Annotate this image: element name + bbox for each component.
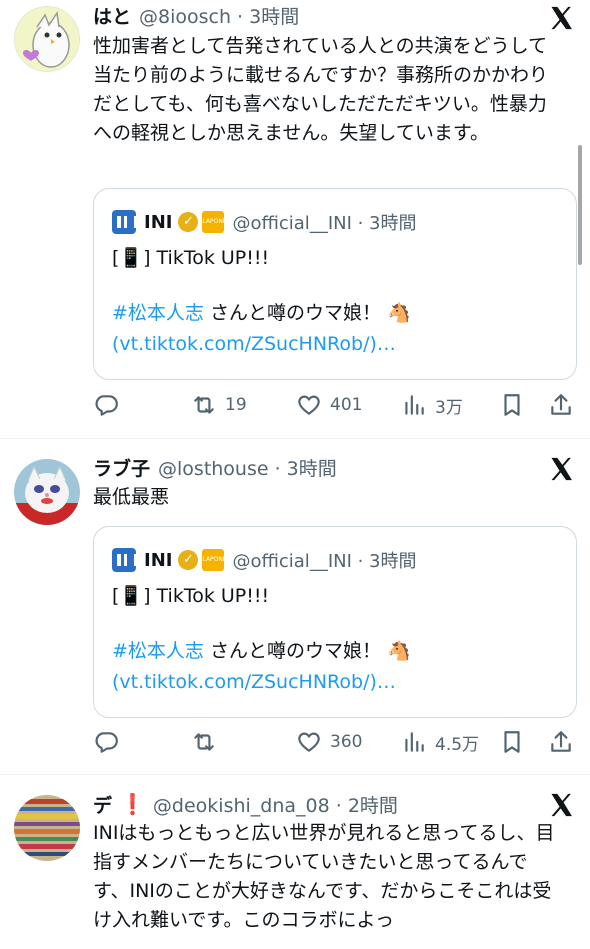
views-icon	[405, 732, 424, 752]
display-name[interactable]: ラブ子	[93, 454, 150, 481]
avatar[interactable]	[14, 459, 80, 525]
quoted-text: [📱] TikTok UP!!! #松本人志 さんと噂のウマ娘！ 🐴 (vt.t…	[112, 581, 564, 698]
quoted-line: [📱] TikTok UP!!!	[112, 585, 270, 607]
reply-icon	[95, 732, 118, 753]
heart-icon	[298, 732, 320, 752]
like-button[interactable]: 360	[296, 727, 362, 757]
retweet-button[interactable]: 19	[191, 390, 247, 420]
quoted-text: [📱] TikTok UP!!! #松本人志 さんと噂のウマ娘！ 🐴 (vt.t…	[112, 243, 564, 360]
quoted-tweet[interactable]: INI ✓ LAPONE @official__INI · 3時間 [📱] Ti…	[93, 526, 577, 718]
bird-avatar-icon	[15, 7, 79, 71]
quoted-display-name: INI	[144, 211, 173, 233]
url-link[interactable]: (vt.tiktok.com/ZSucHNRob/)…	[112, 667, 564, 698]
views-button[interactable]: 4.5万	[401, 727, 479, 757]
tweet-actions: 19 401 3万	[93, 390, 576, 420]
share-button[interactable]	[548, 727, 574, 757]
ini-logo-icon	[112, 548, 137, 572]
x-logo-icon	[551, 793, 572, 817]
tweet[interactable]: はと @8ioosch · 3時間 性加害者として告発されている人との共演をどう…	[0, 0, 590, 438]
avatar[interactable]	[14, 6, 80, 72]
like-count: 360	[330, 732, 363, 752]
handle-and-time[interactable]: @8ioosch · 3時間	[139, 2, 299, 29]
hashtag-link[interactable]: #松本人志	[112, 640, 204, 662]
x-logo-icon	[551, 457, 572, 481]
quoted-display-name: INI	[144, 549, 173, 571]
retweet-count: 19	[225, 395, 247, 415]
quoted-line-rest: さんと噂のウマ娘！ 🐴	[203, 640, 411, 662]
url-link[interactable]: (vt.tiktok.com/ZSucHNRob/)…	[112, 329, 564, 360]
share-icon	[551, 394, 571, 415]
reply-button[interactable]	[93, 390, 119, 420]
verified-badge-icon: ✓	[178, 212, 199, 232]
tweet[interactable]: ラブ子 @losthouse · 3時間 最低最悪 INI ✓ LAPONE @…	[0, 438, 590, 774]
quoted-handle-and-time: @official__INI · 3時間	[232, 551, 417, 572]
affiliate-badge-icon: LAPONE	[202, 549, 225, 571]
heart-icon	[298, 395, 320, 415]
like-button[interactable]: 401	[296, 390, 362, 420]
exclamation-badge: ❗	[120, 792, 145, 816]
handle-and-time[interactable]: @losthouse · 3時間	[158, 454, 337, 481]
reply-icon	[95, 395, 118, 416]
tweet-header: ラブ子 @losthouse · 3時間	[93, 452, 530, 482]
display-name[interactable]: デ	[93, 791, 112, 818]
scrollbar[interactable]	[578, 145, 582, 265]
tweet-header: はと @8ioosch · 3時間	[93, 0, 530, 30]
quoted-tweet[interactable]: INI ✓ LAPONE @official__INI · 3時間 [📱] Ti…	[93, 188, 577, 380]
bookmark-icon	[504, 394, 520, 416]
retweet-icon	[194, 733, 214, 751]
share-button[interactable]	[548, 390, 574, 420]
tweet-header: デ ❗ @deokishi_dna_08 · 2時間	[93, 789, 530, 819]
ini-logo-icon	[112, 210, 137, 234]
x-logo-icon	[551, 6, 572, 30]
tweet-text: 最低最悪	[93, 486, 170, 508]
tweet-text: INIはもっともっと広い世界が見れると思ってるし、目指すメンバーたちについていき…	[93, 822, 555, 931]
hashtag-link[interactable]: #松本人志	[112, 302, 204, 324]
view-count: 3万	[435, 397, 463, 418]
bookmark-button[interactable]	[499, 390, 525, 420]
share-icon	[551, 731, 571, 752]
tweet-text: 性加害者として告発されている人との共演をどうして当たり前のように載せるんですか？…	[93, 35, 549, 144]
views-icon	[405, 395, 424, 415]
verified-badge-icon: ✓	[178, 550, 199, 570]
avatar[interactable]	[14, 795, 80, 861]
striped-fabric-avatar-icon	[14, 795, 80, 861]
handle-and-time[interactable]: @deokishi_dna_08 · 2時間	[153, 791, 398, 818]
quoted-line-rest: さんと噂のウマ娘！ 🐴	[203, 302, 411, 324]
quoted-handle-and-time: @official__INI · 3時間	[232, 213, 417, 234]
bookmark-button[interactable]	[499, 727, 525, 757]
affiliate-badge-icon: LAPONE	[202, 211, 225, 233]
bookmark-icon	[504, 731, 520, 753]
display-name[interactable]: はと	[93, 2, 131, 29]
views-button[interactable]: 3万	[401, 390, 463, 420]
quoted-line: [📱] TikTok UP!!!	[112, 247, 270, 269]
retweet-icon	[194, 396, 214, 414]
tweet-actions: 360 4.5万	[93, 727, 576, 757]
like-count: 401	[330, 395, 363, 415]
reply-button[interactable]	[93, 727, 119, 757]
retweet-button[interactable]	[191, 727, 217, 757]
tweet[interactable]: デ ❗ @deokishi_dna_08 · 2時間 INIはもっともっと広い世…	[0, 774, 590, 949]
view-count: 4.5万	[435, 734, 480, 755]
cat-avatar-icon	[14, 459, 80, 525]
